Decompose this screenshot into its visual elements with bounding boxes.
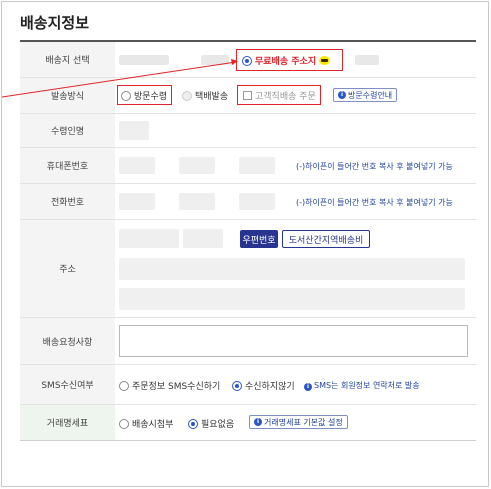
request-label: 배송요청사항 xyxy=(20,318,115,364)
address-select-label: 배송지 선택 xyxy=(20,42,115,77)
row-request: 배송요청사항 xyxy=(20,318,476,365)
row-address-select: 배송지 선택 무료배송 주소지 xyxy=(20,42,476,78)
statement-label: 거래명세표 xyxy=(20,405,115,440)
row-mobile: 휴대폰번호 (-)하이픈이 들어간 번호 복사 후 붙여넣기 가능 xyxy=(20,148,476,184)
row-sms: SMS수신여부 주문정보 SMS수신하기 수신하지않기 i SMS는 회원정보 연… xyxy=(20,365,476,405)
phone-input-2[interactable] xyxy=(179,193,215,210)
shipping-info-form: 배송지 선택 무료배송 주소지 발송방식 방문수령 택배발송 고객직배송 주문 … xyxy=(20,40,476,441)
row-statement: 거래명세표 배송시첨부 필요없음 i 거래명세표 기본값 설정 xyxy=(20,405,476,441)
page-title: 배송지정보 xyxy=(20,14,90,32)
row-delivery-method: 발송방식 방문수령 택배발송 고객직배송 주문 i 방문수령안내 xyxy=(20,78,476,114)
masked-text xyxy=(201,55,229,65)
visit-pickup-option[interactable]: 방문수령 xyxy=(121,89,167,102)
phone-hint: (-)하이픈이 들어간 번호 복사 후 붙여넣기 가능 xyxy=(296,198,453,207)
info-icon: i xyxy=(254,418,262,426)
courier-option[interactable]: 택배발송 xyxy=(182,89,228,102)
visit-guide-button[interactable]: i 방문수령안내 xyxy=(333,88,398,102)
sms-label: SMS수신여부 xyxy=(20,365,115,404)
free-shipping-address-option[interactable]: 무료배송 주소지 xyxy=(242,54,331,67)
delivery-request-input[interactable] xyxy=(119,325,468,357)
mobile-label: 휴대폰번호 xyxy=(20,148,115,183)
mobile-input-3[interactable] xyxy=(239,157,275,174)
masked-text xyxy=(119,55,169,65)
kakao-talk-icon xyxy=(319,56,331,65)
island-shipping-fee-button[interactable]: 도서산간지역배송비 xyxy=(282,230,370,248)
mobile-input-1[interactable] xyxy=(119,157,155,174)
info-icon: i xyxy=(304,383,312,391)
direct-delivery-checkbox[interactable] xyxy=(243,91,252,100)
mobile-hint: (-)하이픈이 들어간 번호 복사 후 붙여넣기 가능 xyxy=(296,162,453,171)
masked-text xyxy=(183,229,223,248)
address-label: 주소 xyxy=(20,220,115,317)
statement-none-radio[interactable] xyxy=(188,418,198,429)
recipient-input[interactable] xyxy=(119,121,149,140)
sms-opt-in-option[interactable]: 주문정보 SMS수신하기 xyxy=(119,379,220,392)
sms-opt-out-option[interactable]: 수신하지않기 xyxy=(232,379,295,392)
phone-input-1[interactable] xyxy=(119,193,155,210)
postcode-button[interactable]: 우편번호 xyxy=(240,230,278,248)
phone-label: 전화번호 xyxy=(20,184,115,219)
row-recipient: 수령인명 xyxy=(20,114,476,148)
sms-opt-out-radio[interactable] xyxy=(232,380,242,391)
sms-opt-in-radio[interactable] xyxy=(119,380,129,391)
recipient-label: 수령인명 xyxy=(20,114,115,147)
mobile-input-2[interactable] xyxy=(179,157,215,174)
sms-hint: i SMS는 회원정보 연락처로 발송 xyxy=(304,380,420,391)
postcode-input[interactable] xyxy=(119,229,179,248)
free-shipping-radio[interactable] xyxy=(242,55,252,66)
address-line-1-input[interactable] xyxy=(119,258,465,280)
delivery-method-label: 발송방식 xyxy=(20,78,115,113)
address-line-2-input[interactable] xyxy=(119,288,465,310)
statement-none-option[interactable]: 필요없음 xyxy=(188,417,234,430)
row-phone: 전화번호 (-)하이픈이 들어간 번호 복사 후 붙여넣기 가능 xyxy=(20,184,476,220)
statement-attach-radio[interactable] xyxy=(119,418,129,429)
courier-radio[interactable] xyxy=(182,90,192,101)
statement-settings-button[interactable]: i 거래명세표 기본값 설정 xyxy=(249,415,348,429)
row-address: 주소 우편번호 도서산간지역배송비 xyxy=(20,220,476,318)
masked-text xyxy=(355,55,379,65)
visit-pickup-radio[interactable] xyxy=(121,90,131,101)
phone-input-3[interactable] xyxy=(239,193,275,210)
statement-attach-option[interactable]: 배송시첨부 xyxy=(119,417,173,430)
direct-delivery-option[interactable]: 고객직배송 주문 xyxy=(243,89,316,102)
info-icon: i xyxy=(338,91,346,99)
page-frame: 배송지정보 배송지 선택 무료배송 주소지 발송방식 방문수령 택배발송 고객직… xyxy=(1,1,489,487)
